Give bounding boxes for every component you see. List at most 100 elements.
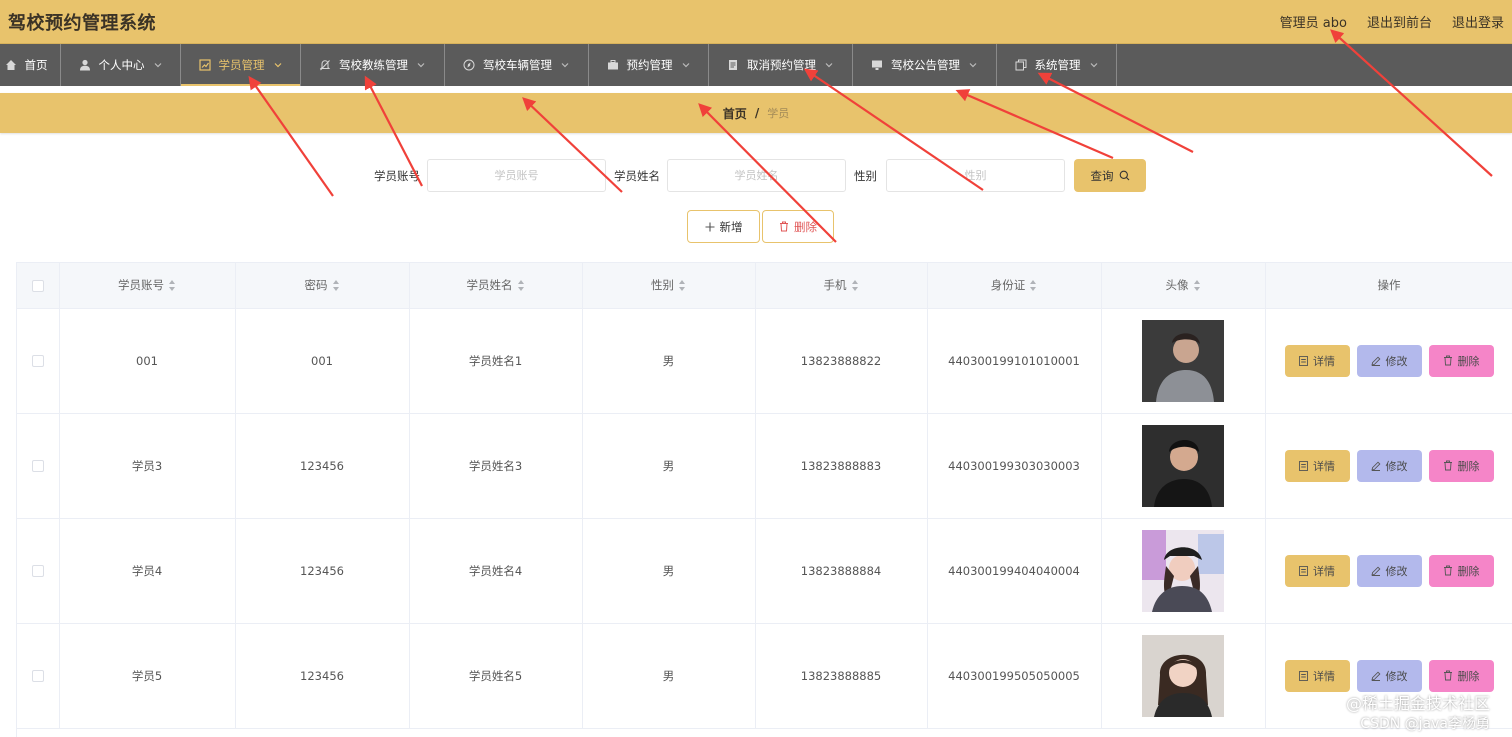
- row-select-cell: [17, 623, 60, 729]
- menu-item-vehicle-management[interactable]: 驾校车辆管理: [445, 44, 589, 86]
- sort-icon[interactable]: [679, 280, 686, 292]
- add-label: 新增: [719, 221, 743, 234]
- sort-icon[interactable]: [169, 280, 176, 292]
- column-header-gender[interactable]: 性别: [582, 263, 756, 309]
- avatar-cell: [1101, 518, 1266, 624]
- copy-icon: [1015, 59, 1026, 71]
- trash-icon: [1443, 670, 1452, 681]
- document-icon: [1299, 460, 1308, 471]
- menu-item-coach-management[interactable]: 驾校教练管理: [301, 44, 445, 86]
- query-button[interactable]: 查询: [1074, 159, 1146, 192]
- chevron-down-icon: [682, 63, 689, 68]
- bell-icon: [319, 60, 331, 71]
- menu-item-system-management[interactable]: 系统管理: [997, 44, 1117, 86]
- menu-label: 系统管理: [1034, 58, 1081, 72]
- sort-icon[interactable]: [517, 280, 525, 292]
- column-header-password[interactable]: 密码: [235, 263, 410, 309]
- table-row: 学员4 123456 学员姓名4 男 13823888884 440300199…: [17, 518, 1512, 624]
- avatar[interactable]: [1142, 529, 1224, 612]
- edit-button[interactable]: 修改: [1356, 554, 1422, 587]
- row-checkbox[interactable]: [31, 565, 44, 577]
- avatar-cell: [1101, 413, 1266, 519]
- account-cell: 学员3: [59, 413, 236, 519]
- row-select-cell: [17, 413, 60, 519]
- delete-button[interactable]: 删除: [1428, 344, 1494, 377]
- table-row: 学员3 123456 学员姓名3 男 13823888883 440300199…: [17, 413, 1512, 519]
- phone-cell: 13823888884: [755, 518, 928, 624]
- column-header-account[interactable]: 学员账号: [59, 263, 236, 309]
- delete-button[interactable]: 删除: [1428, 449, 1494, 482]
- avatar[interactable]: [1142, 424, 1224, 507]
- column-header-id-card[interactable]: 身份证: [927, 263, 1102, 309]
- edit-button[interactable]: 修改: [1356, 344, 1422, 377]
- phone-cell: 13823888822: [755, 308, 928, 414]
- trash-icon: [1443, 565, 1452, 576]
- detail-button[interactable]: 详情: [1284, 344, 1350, 377]
- sort-icon[interactable]: [332, 280, 340, 292]
- column-header-name[interactable]: 学员姓名: [409, 263, 583, 309]
- column-header-avatar[interactable]: 头像: [1101, 263, 1266, 309]
- avatar[interactable]: [1142, 634, 1224, 717]
- column-header-phone[interactable]: 手机: [755, 263, 928, 309]
- home-icon: [5, 60, 16, 70]
- row-checkbox[interactable]: [31, 355, 44, 367]
- batch-delete-button[interactable]: 删除: [762, 210, 834, 243]
- gender-cell: 男: [582, 518, 756, 624]
- gender-cell: 男: [582, 623, 756, 729]
- breadcrumb-current: 学员: [767, 107, 790, 120]
- edit-button[interactable]: 修改: [1356, 449, 1422, 482]
- watermark-line2: CSDN @java李杨勇: [1360, 716, 1490, 732]
- menu-item-appointment-management[interactable]: 预约管理: [589, 44, 709, 86]
- id-card-cell: 440300199404040004: [927, 518, 1102, 624]
- password-cell: 001: [235, 308, 410, 414]
- add-button[interactable]: 新增: [687, 210, 760, 243]
- sort-icon[interactable]: [851, 280, 859, 292]
- top-header: 驾校预约管理系统 管理员 abo 退出到前台 退出登录: [0, 0, 1512, 44]
- password-cell: 123456: [235, 623, 410, 729]
- admin-user-label: 管理员 abo: [1279, 16, 1347, 31]
- detail-button[interactable]: 详情: [1284, 554, 1350, 587]
- batch-delete-label: 删除: [794, 221, 817, 234]
- detail-button[interactable]: 详情: [1284, 659, 1350, 692]
- menu-item-personal-center[interactable]: 个人中心: [61, 44, 181, 86]
- menu-label: 个人中心: [98, 58, 145, 72]
- account-cell: 学员4: [59, 518, 236, 624]
- main-menu: 首页 个人中心 学员管理 驾校教练管理 驾校车辆管理 预约管理 取消预约管理 驾…: [0, 44, 1512, 86]
- menu-label: 驾校车辆管理: [483, 58, 552, 72]
- exit-to-front-link[interactable]: 退出到前台: [1367, 12, 1432, 31]
- operations-cell: 详情 修改 删除: [1265, 413, 1512, 519]
- chevron-down-icon: [417, 63, 425, 68]
- logout-link[interactable]: 退出登录: [1452, 12, 1504, 31]
- pencil-icon: [1370, 671, 1380, 681]
- detail-button[interactable]: 详情: [1284, 449, 1350, 482]
- avatar[interactable]: [1142, 319, 1224, 402]
- sort-icon[interactable]: [1193, 280, 1201, 292]
- edit-button[interactable]: 修改: [1356, 659, 1422, 692]
- menu-item-announcement-management[interactable]: 驾校公告管理: [853, 44, 997, 86]
- trash-icon: [780, 221, 788, 232]
- chevron-down-icon: [1090, 63, 1097, 68]
- menu-item-student-management[interactable]: 学员管理: [181, 44, 301, 86]
- menu-item-cancel-appointment-management[interactable]: 取消预约管理: [709, 44, 853, 86]
- phone-cell: 13823888885: [755, 623, 928, 729]
- breadcrumb-home-link[interactable]: 首页: [723, 105, 747, 122]
- gender-search-input[interactable]: [886, 159, 1065, 192]
- trash-icon: [1443, 460, 1452, 471]
- account-search-input[interactable]: [427, 159, 606, 192]
- watermark: @稀土掘金技术社区 CSDN @java李杨勇: [1346, 694, 1490, 734]
- row-checkbox[interactable]: [31, 460, 44, 472]
- document-icon: [1299, 670, 1308, 681]
- name-search-label: 学员姓名: [614, 169, 660, 183]
- menu-item-home[interactable]: 首页: [0, 44, 61, 86]
- select-all-checkbox[interactable]: [31, 279, 44, 292]
- gender-search-label: 性别: [854, 169, 877, 183]
- name-search-input[interactable]: [667, 159, 846, 192]
- delete-button[interactable]: 删除: [1428, 659, 1494, 692]
- chevron-down-icon: [274, 63, 281, 68]
- sort-icon[interactable]: [1030, 280, 1037, 292]
- delete-button[interactable]: 删除: [1428, 554, 1494, 587]
- app-title: 驾校预约管理系统: [8, 13, 156, 34]
- briefcase-icon: [607, 60, 618, 70]
- pencil-icon: [1370, 356, 1380, 366]
- row-checkbox[interactable]: [31, 670, 44, 682]
